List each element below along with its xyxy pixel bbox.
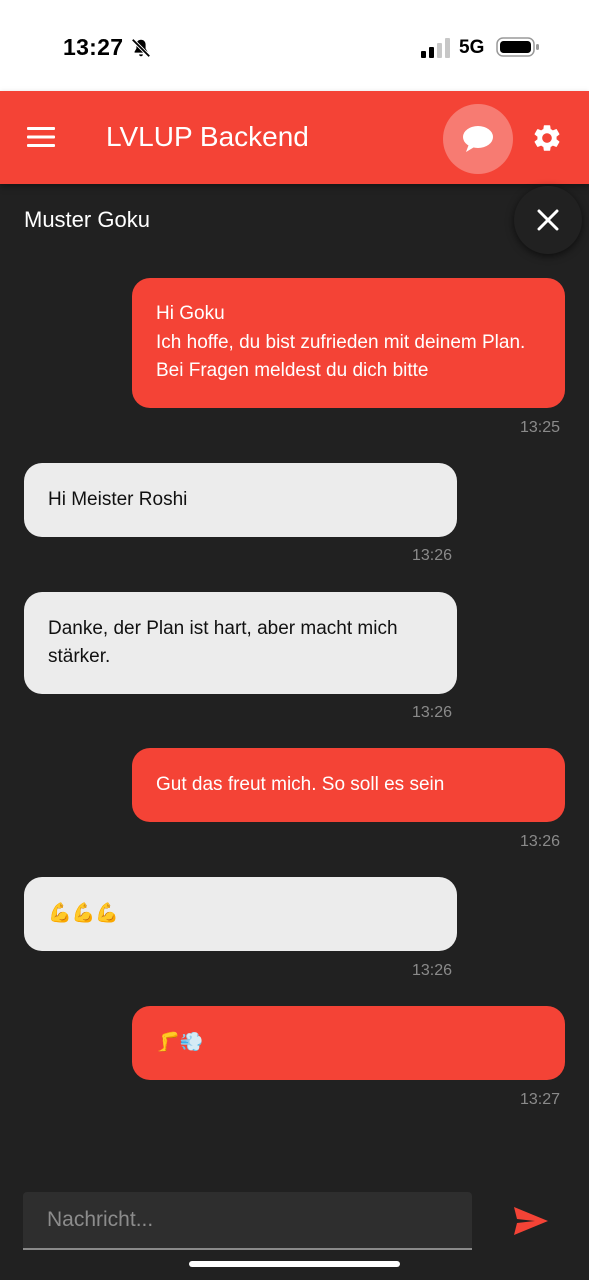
message-timestamp: 13:27	[520, 1091, 561, 1108]
network-label: 5G	[459, 37, 485, 58]
message-bubble-incoming: Hi Meister Roshi	[24, 463, 457, 537]
message-bubble-outgoing: 🦵💨	[132, 1006, 565, 1080]
status-time: 13:27	[63, 34, 124, 60]
message-bubble-incoming: Danke, der Plan ist hart, aber macht mic…	[24, 592, 457, 694]
gear-icon[interactable]	[531, 122, 563, 154]
message-text: Gut das freut mich. So soll es sein	[156, 773, 445, 795]
close-chat-button[interactable]	[514, 186, 582, 254]
message-timestamp: 13:25	[520, 419, 561, 436]
status-bar: 13:27 5G	[0, 0, 589, 91]
message-input[interactable]	[23, 1192, 472, 1248]
message-bubble-outgoing: Hi Goku Ich hoffe, du bist zufrieden mit…	[132, 278, 565, 408]
chat-toggle-button[interactable]	[443, 104, 513, 174]
message-text: Hi Meister Roshi	[48, 488, 188, 510]
close-icon	[537, 209, 559, 231]
contact-name: Muster Goku	[24, 207, 150, 232]
message-text: Danke, der Plan ist hart, aber macht mic…	[48, 617, 398, 668]
message-bubble-incoming: 💪💪💪	[24, 877, 457, 951]
message-timestamp: 13:26	[520, 833, 561, 850]
message-input-container	[23, 1192, 472, 1250]
app-title: LVLUP Backend	[106, 121, 309, 152]
message-bubble-outgoing: Gut das freut mich. So soll es sein	[132, 748, 565, 822]
message-timestamp: 13:26	[412, 704, 453, 721]
bell-slash-icon	[131, 38, 151, 58]
message-text: 💪💪💪	[48, 902, 119, 924]
app-bar: LVLUP Backend	[0, 91, 589, 184]
message-timestamp: 13:26	[412, 547, 453, 564]
menu-icon[interactable]	[27, 125, 55, 149]
message-text: Hi Goku Ich hoffe, du bist zufrieden mit…	[156, 303, 526, 382]
message-timestamp: 13:26	[412, 962, 453, 979]
message-text: 🦵💨	[156, 1031, 204, 1053]
signal-icon	[421, 38, 450, 58]
chat-bubble-icon	[463, 126, 493, 152]
send-icon[interactable]	[513, 1205, 549, 1237]
home-indicator	[189, 1261, 400, 1267]
battery-icon	[496, 37, 539, 57]
